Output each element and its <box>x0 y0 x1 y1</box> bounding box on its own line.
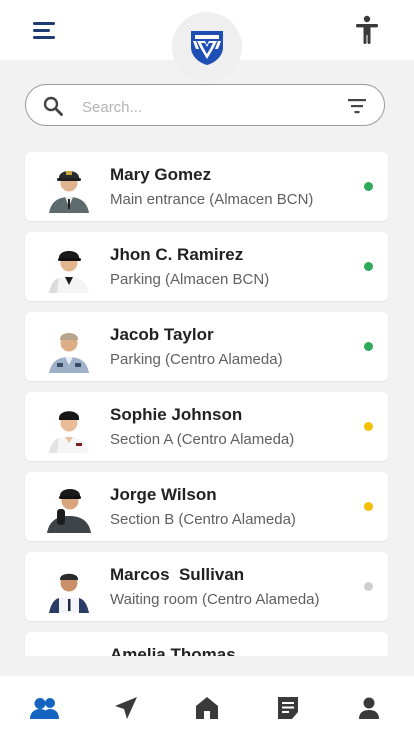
nav-location[interactable] <box>109 694 143 722</box>
guard-name: Jorge Wilson <box>110 485 217 504</box>
guard-name: Mary Gomez <box>110 165 212 184</box>
guard-list[interactable]: Mary Gomez Main entrance (Almacen BCN) J… <box>0 146 414 656</box>
nav-reports[interactable] <box>271 694 305 722</box>
status-online-dot <box>364 342 373 351</box>
guard-location: Section A (Centro Alameda) <box>110 431 295 448</box>
status-offline-dot <box>364 582 373 591</box>
nav-profile[interactable] <box>352 694 386 722</box>
guard-name: Marcos Sullivan <box>110 565 245 584</box>
guard-avatar <box>47 489 91 533</box>
guard-card[interactable]: Jhon C. Ramirez Parking (Almacen BCN) <box>25 232 388 301</box>
search-icon[interactable] <box>42 95 64 117</box>
users-icon <box>30 698 59 719</box>
guard-name: Jacob Taylor <box>110 325 214 344</box>
guard-name: Amelia Thomas <box>110 645 236 656</box>
document-icon <box>278 697 298 719</box>
guard-card[interactable]: Jorge Wilson Section B (Centro Alameda) <box>25 472 388 541</box>
guard-card[interactable]: Mary Gomez Main entrance (Almacen BCN) <box>25 152 388 221</box>
status-online-dot <box>364 182 373 191</box>
shield-logo-icon <box>191 31 223 65</box>
guard-card[interactable]: Amelia Thomas <box>25 632 388 656</box>
guard-name: Sophie Johnson <box>110 405 243 424</box>
filter-icon[interactable] <box>346 97 368 115</box>
guard-location: Section B (Centro Alameda) <box>110 511 296 528</box>
navigation-icon <box>115 697 137 719</box>
company-logo <box>172 12 242 82</box>
guard-avatar <box>49 171 89 213</box>
nav-users[interactable] <box>28 694 62 722</box>
guard-location: Parking (Almacen BCN) <box>110 271 270 288</box>
guard-location: Main entrance (Almacen BCN) <box>110 191 314 208</box>
status-away-dot <box>364 502 373 511</box>
status-online-dot <box>364 262 373 271</box>
bottom-navigation <box>0 676 414 736</box>
guard-location: Waiting room (Centro Alameda) <box>110 591 320 608</box>
nav-home[interactable] <box>190 694 224 722</box>
guard-card[interactable]: Sophie Johnson Section A (Centro Alameda… <box>25 392 388 461</box>
guard-avatar <box>49 251 89 293</box>
guard-card[interactable]: Jacob Taylor Parking (Centro Alameda) <box>25 312 388 381</box>
search-input[interactable] <box>80 93 334 121</box>
guard-avatar <box>49 573 89 613</box>
menu-icon[interactable] <box>28 18 62 42</box>
search-bar <box>25 84 385 126</box>
guard-avatar <box>43 641 95 656</box>
guard-name: Jhon C. Ramirez <box>110 245 244 264</box>
guard-card[interactable]: Marcos Sullivan Waiting room (Centro Ala… <box>25 552 388 621</box>
guard-avatar <box>49 333 89 373</box>
app-screen: Mary Gomez Main entrance (Almacen BCN) J… <box>0 0 414 736</box>
guard-location: Parking (Centro Alameda) <box>110 351 283 368</box>
profile-icon <box>359 697 379 719</box>
guard-avatar <box>49 411 89 453</box>
status-away-dot <box>364 422 373 431</box>
home-icon <box>196 697 218 719</box>
accessibility-icon[interactable] <box>352 14 382 46</box>
